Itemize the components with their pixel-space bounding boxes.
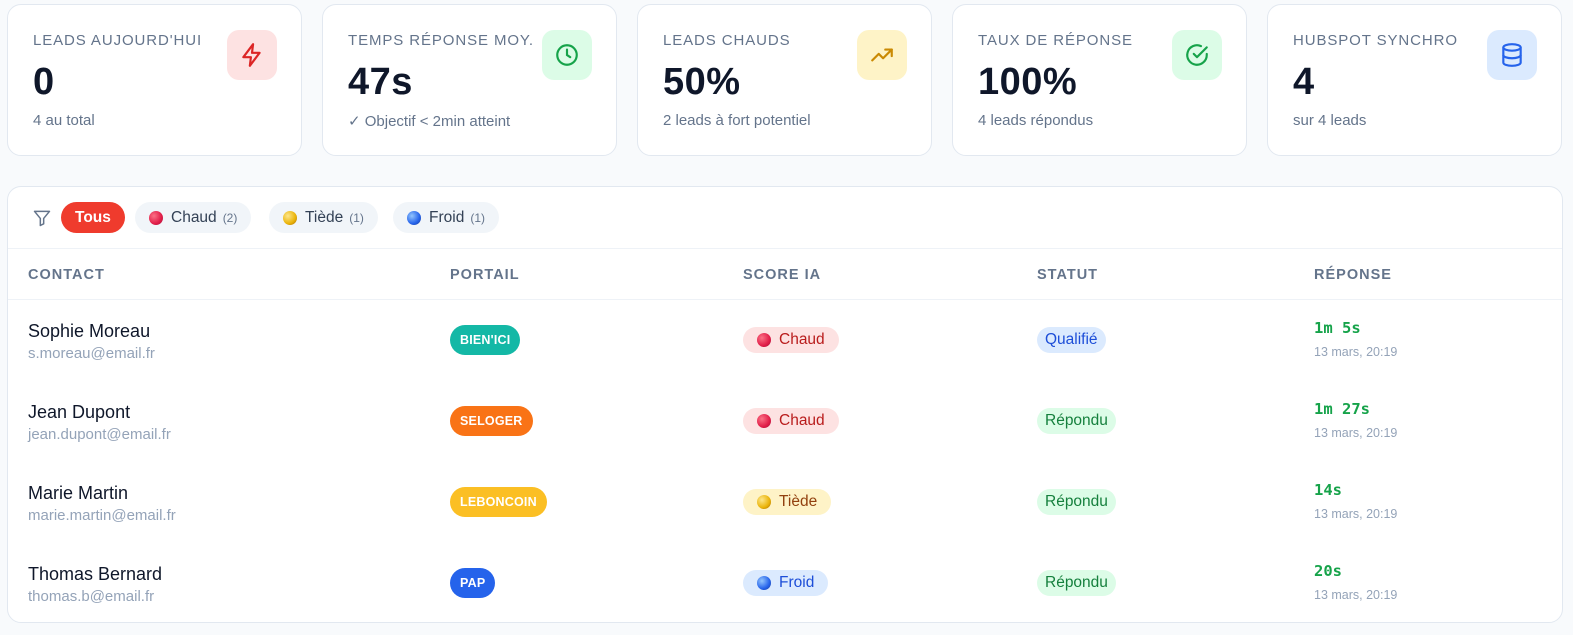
score-badge: Froid (743, 570, 829, 596)
filter-chip-all[interactable]: Tous (61, 202, 125, 233)
response-time: 1m 5s (1314, 319, 1361, 337)
trending-up-icon (857, 30, 907, 80)
stat-card-response-rate: TAUX DE RÉPONSE 100% 4 leads répondus (952, 4, 1247, 156)
response-date: 13 mars, 20:19 (1314, 588, 1398, 602)
portal-badge: SELOGER (450, 406, 533, 436)
stat-label: TEMPS RÉPONSE MOY. (348, 32, 534, 49)
stat-value: 0 (33, 61, 55, 103)
filter-chip-hot[interactable]: Chaud (2) (135, 202, 252, 233)
score-label: Chaud (779, 412, 825, 429)
col-header-score: SCORE IA (743, 267, 822, 283)
table-row[interactable]: Thomas Bernard thomas.b@email.fr PAP Fro… (8, 543, 1562, 622)
stat-value: 50% (663, 61, 741, 103)
clock-icon (542, 30, 592, 80)
cold-dot-icon (407, 210, 421, 225)
chip-count: (2) (222, 210, 238, 225)
stat-subtext: ✓ Objectif < 2min atteint (348, 113, 511, 130)
stat-card-leads-today: LEADS AUJOURD'HUI 0 4 au total (7, 4, 302, 156)
chip-count: (1) (349, 210, 364, 225)
status-badge: Répondu (1037, 570, 1116, 596)
cold-dot-icon (757, 576, 771, 590)
stat-subtext: 2 leads à fort potentiel (663, 112, 811, 129)
col-header-response: RÉPONSE (1314, 267, 1392, 283)
contact-email: jean.dupont@email.fr (28, 426, 171, 443)
portal-badge: PAP (450, 568, 496, 598)
response-time: 20s (1314, 562, 1342, 580)
leads-panel: Tous Chaud (2) Tiède (1) Froid (1) CONTA… (7, 186, 1563, 623)
stat-card-hot-leads: LEADS CHAUDS 50% 2 leads à fort potentie… (637, 4, 932, 156)
stats-cards: LEADS AUJOURD'HUI 0 4 au total TEMPS RÉP… (7, 4, 1563, 156)
status-badge: Qualifié (1037, 327, 1106, 353)
response-date: 13 mars, 20:19 (1314, 426, 1398, 440)
contact-email: s.moreau@email.fr (28, 345, 155, 362)
response-time: 1m 27s (1314, 400, 1370, 418)
database-icon (1487, 30, 1537, 80)
chip-count: (1) (470, 210, 485, 225)
hot-dot-icon (757, 414, 771, 428)
filter-bar: Tous Chaud (2) Tiède (1) Froid (1) (8, 187, 1562, 249)
score-label: Froid (779, 574, 815, 591)
col-header-contact: CONTACT (28, 267, 105, 283)
warm-dot-icon (283, 210, 297, 225)
stat-card-avg-response: TEMPS RÉPONSE MOY. 47s ✓ Objectif < 2min… (322, 4, 617, 156)
stat-label: HUBSPOT SYNCHRO (1293, 32, 1458, 49)
portal-badge: LEBONCOIN (450, 487, 547, 517)
score-badge: Tiède (743, 489, 832, 515)
filter-icon (33, 210, 51, 227)
response-date: 13 mars, 20:19 (1314, 345, 1398, 359)
chip-label: Tiède (305, 208, 344, 226)
contact-name: Jean Dupont (28, 402, 131, 422)
table-row[interactable]: Jean Dupont jean.dupont@email.fr SELOGER… (8, 381, 1562, 461)
portal-badge: BIEN'ICI (450, 325, 521, 355)
response-date: 13 mars, 20:19 (1314, 507, 1398, 521)
score-label: Chaud (779, 331, 825, 348)
stat-value: 47s (348, 61, 413, 103)
table-header: CONTACT PORTAIL SCORE IA STATUT RÉPONSE (8, 249, 1562, 300)
stat-label: LEADS AUJOURD'HUI (33, 32, 203, 49)
score-badge: Chaud (743, 408, 839, 434)
stat-label: LEADS CHAUDS (663, 32, 791, 49)
hot-dot-icon (149, 210, 163, 225)
status-badge: Répondu (1037, 489, 1116, 515)
stat-card-hubspot-sync: HUBSPOT SYNCHRO 4 sur 4 leads (1267, 4, 1562, 156)
chip-label: Tous (75, 208, 111, 226)
table-row[interactable]: Marie Martin marie.martin@email.fr LEBON… (8, 462, 1562, 542)
contact-name: Sophie Moreau (28, 321, 151, 341)
filter-chip-cold[interactable]: Froid (1) (393, 202, 499, 233)
contact-email: marie.martin@email.fr (28, 507, 176, 524)
chip-label: Froid (429, 208, 465, 226)
table-row[interactable]: Sophie Moreau s.moreau@email.fr BIEN'ICI… (8, 300, 1562, 380)
hot-dot-icon (757, 333, 771, 347)
status-badge: Répondu (1037, 408, 1116, 434)
contact-email: thomas.b@email.fr (28, 588, 155, 605)
score-label: Tiède (779, 493, 818, 510)
response-time: 14s (1314, 481, 1342, 499)
stat-label: TAUX DE RÉPONSE (978, 32, 1133, 49)
chip-label: Chaud (171, 208, 217, 226)
stat-subtext: sur 4 leads (1293, 112, 1367, 129)
filter-chip-warm[interactable]: Tiède (1) (269, 202, 378, 233)
score-badge: Chaud (743, 327, 839, 353)
stat-value: 100% (978, 61, 1078, 103)
contact-name: Thomas Bernard (28, 564, 163, 584)
col-header-portal: PORTAIL (450, 267, 520, 283)
stat-value: 4 (1293, 61, 1315, 103)
col-header-status: STATUT (1037, 267, 1099, 283)
stat-subtext: 4 au total (33, 112, 95, 129)
contact-name: Marie Martin (28, 483, 129, 503)
check-circle-icon (1172, 30, 1222, 80)
stat-subtext: 4 leads répondus (978, 112, 1094, 129)
lightning-icon (227, 30, 277, 80)
warm-dot-icon (757, 495, 771, 509)
